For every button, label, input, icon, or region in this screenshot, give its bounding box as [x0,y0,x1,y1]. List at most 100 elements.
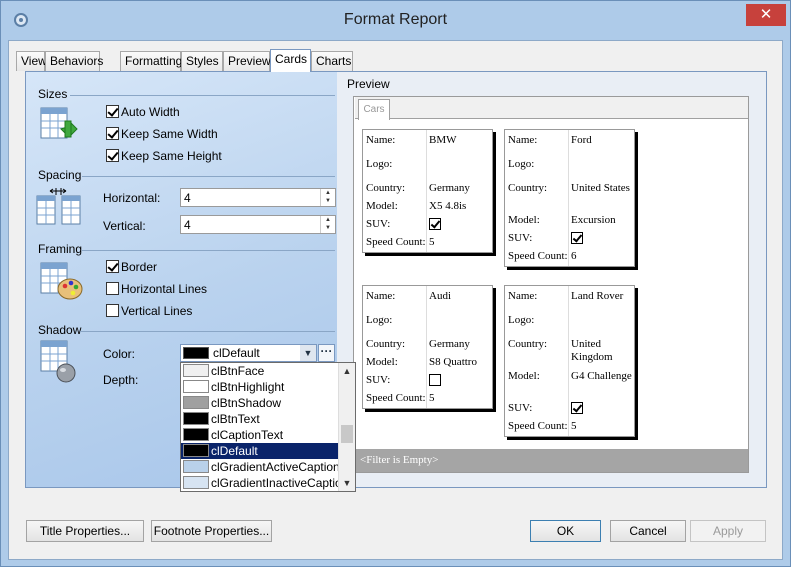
card-field-value[interactable]: 5 [429,236,491,249]
tab-behaviors[interactable]: Behaviors [45,51,103,71]
color-option-selected[interactable]: clDefault [181,442,340,460]
card-field-label: Logo: [366,158,393,170]
vertical-label: Vertical: [103,219,146,233]
filter-bar[interactable]: <Filter is Empty> [354,449,748,472]
color-swatch [183,396,209,409]
cancel-button[interactable]: Cancel [610,520,686,542]
border-label: Border [121,260,158,274]
tab-cars[interactable]: Cars [358,99,390,120]
suv-checkbox[interactable] [571,232,583,244]
card-field-label: Model: [508,214,540,226]
shadow-depth-label: Depth: [103,373,139,387]
shadow-divider [80,331,335,332]
shadow-color-value: clDefault [213,346,260,360]
auto-width-checkbox[interactable] [106,105,119,118]
card-field-value[interactable]: G4 Challenge [571,370,633,383]
color-swatch [183,476,209,489]
title-properties-button[interactable]: Title Properties... [26,520,144,542]
horizontal-spin-edit[interactable]: 4 ▲ ▼ [180,188,336,207]
tab-cards[interactable]: Cards [270,49,311,72]
record-card[interactable]: Name: Audi Logo: Country: Germany Model: S8 Qu… [362,285,493,409]
color-option[interactable]: clBtnHighlight [181,379,339,395]
card-field-label: Speed Count: [366,392,426,404]
preview-label: Preview [347,77,390,91]
horizontal-value[interactable]: 4 [184,191,191,205]
suv-checkbox[interactable] [429,374,441,386]
tab-charts[interactable]: Charts [311,51,353,71]
suv-checkbox[interactable] [571,402,583,414]
vertical-value[interactable]: 4 [184,218,191,232]
dropdown-scrollbar[interactable]: ▲ ▼ [338,363,355,491]
scroll-thumb[interactable] [341,425,353,443]
color-picker-button[interactable]: ··· [318,344,335,362]
vertical-spin-buttons[interactable]: ▲ ▼ [320,216,335,233]
card-field-label: Name: [508,290,538,302]
card-field-value[interactable]: United Kingdom [571,338,633,364]
card-field-value[interactable]: Ford [571,134,633,147]
scroll-down-icon[interactable]: ▼ [339,475,355,491]
chevron-down-icon[interactable]: ▼ [300,345,316,361]
card-field-label: Country: [508,182,548,194]
tab-styles[interactable]: Styles [181,51,223,71]
vertical-lines-checkbox[interactable] [106,304,119,317]
record-card[interactable]: Name: Land Rover Logo: Country: United Kingd… [504,285,635,437]
shadow-color-combo[interactable]: clDefault ▼ [180,344,317,362]
card-field-value[interactable]: BMW [429,134,491,147]
card-field-value[interactable]: Germany [429,182,491,195]
card-field-label: Country: [508,338,548,350]
color-option[interactable]: clBtnFace [181,363,339,379]
horizontal-spin-buttons[interactable]: ▲ ▼ [320,189,335,206]
color-option[interactable]: clCaptionText [181,427,339,443]
card-field-label: Logo: [508,314,535,326]
footnote-properties-button[interactable]: Footnote Properties... [151,520,272,542]
horizontal-label: Horizontal: [103,191,161,205]
card-separator [568,286,569,436]
card-field-label: SUV: [366,218,391,230]
color-option[interactable]: clBtnText [181,411,339,427]
card-field-value[interactable]: 5 [429,392,491,405]
card-field-label: Name: [508,134,538,146]
close-button[interactable]: ✕ [746,4,786,26]
spacing-header: Spacing [38,168,82,182]
card-field-value[interactable]: Audi [429,290,491,303]
ok-button[interactable]: OK [530,520,601,542]
color-option[interactable]: clGradientActiveCaption [181,459,340,475]
card-field-value[interactable]: United States [571,182,633,195]
card-field-value[interactable]: Germany [429,338,491,351]
keep-same-width-checkbox[interactable] [106,127,119,140]
apply-button[interactable]: Apply [690,520,766,542]
framing-header: Framing [38,242,83,256]
tab-view[interactable]: View [16,51,47,71]
card-field-value[interactable]: 5 [571,420,633,433]
card-field-label: Logo: [508,158,535,170]
suv-checkbox[interactable] [429,218,441,230]
card-field-label: Speed Count: [508,250,568,262]
horizontal-lines-checkbox[interactable] [106,282,119,295]
record-card[interactable]: Name: BMW Logo: Country: Germany Model: X5 4.8… [362,129,493,253]
card-field-value[interactable]: S8 Quattro [429,356,491,369]
card-field-value[interactable]: Excursion [571,214,633,227]
card-field-value[interactable]: Land Rover [571,290,633,303]
card-field-value[interactable]: X5 4.8is [429,200,491,213]
scroll-up-icon[interactable]: ▲ [339,363,355,379]
auto-width-label: Auto Width [121,105,180,119]
tab-preview[interactable]: Preview [223,51,271,71]
keep-same-height-label: Keep Same Height [121,149,222,163]
color-option[interactable]: clBtnShadow [181,395,339,411]
record-card[interactable]: Name: Ford Logo: Country: United States Model… [504,129,635,267]
color-option[interactable]: clGradientInactiveCaption [181,475,348,491]
color-swatch [183,460,209,473]
color-dropdown-list[interactable]: clBtnFace clBtnHighlight clBtnShadow clB… [180,362,356,492]
color-swatch [183,380,209,393]
card-field-label: Model: [366,356,398,368]
card-field-value[interactable]: 6 [571,250,633,263]
vertical-spin-edit[interactable]: 4 ▲ ▼ [180,215,336,234]
card-field-label: Country: [366,182,406,194]
border-checkbox[interactable] [106,260,119,273]
keep-same-height-checkbox[interactable] [106,149,119,162]
sizes-divider [70,95,335,96]
sizes-header: Sizes [38,87,68,101]
cars-tab-strip [355,97,748,119]
palette-icon [40,262,83,300]
tab-formatting[interactable]: Formatting [120,51,182,71]
